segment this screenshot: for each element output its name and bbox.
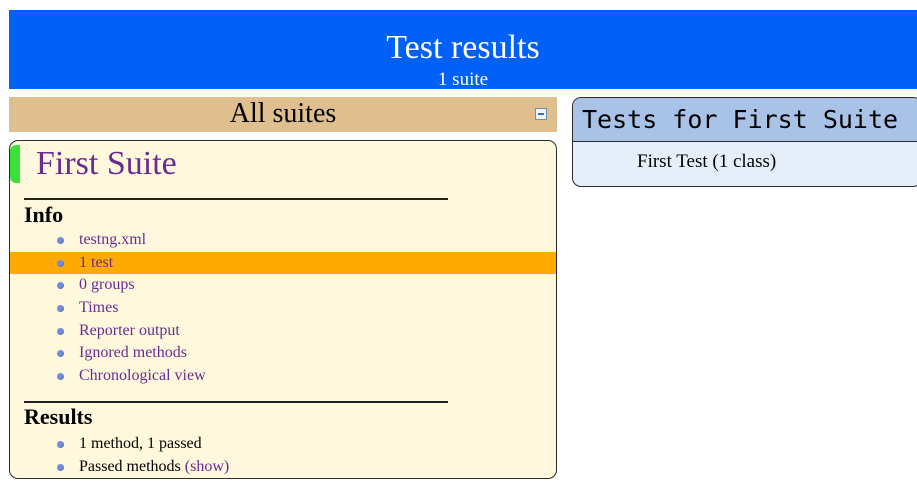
tests-panel: Tests for First Suite First Test (1 clas… (572, 97, 917, 187)
info-item-chronological-view[interactable]: Chronological view (10, 365, 556, 388)
show-passed-link[interactable]: (show) (185, 458, 229, 475)
bullet-icon (57, 350, 64, 358)
tests-panel-header: Tests for First Suite (573, 98, 917, 142)
all-suites-header: All suites (9, 97, 557, 132)
bullet-icon (57, 282, 64, 290)
suite-panel: First Suite Info testng.xml 1 test 0 gro… (9, 140, 557, 479)
collapse-minus-icon[interactable] (535, 108, 547, 120)
info-item-tests[interactable]: 1 test (10, 251, 556, 275)
results-banner: Test results 1 suite (9, 10, 917, 90)
info-item-label[interactable]: Times (79, 299, 118, 316)
results-summary-text: 1 method, 1 passed (79, 435, 202, 452)
info-item-groups[interactable]: 0 groups (10, 274, 556, 297)
info-item-ignored-methods[interactable]: Ignored methods (10, 342, 556, 365)
passed-methods-item: Passed methods (show) (10, 456, 556, 478)
info-item-testng-xml[interactable]: testng.xml (10, 229, 556, 252)
info-item-times[interactable]: Times (10, 297, 556, 320)
info-list: testng.xml 1 test 0 groups Times Reporte… (10, 229, 556, 388)
bullet-icon (57, 327, 64, 335)
info-item-label[interactable]: Ignored methods (79, 344, 187, 361)
bullet-icon (57, 237, 64, 244)
test-row[interactable]: First Test (1 class) (573, 142, 917, 182)
results-heading: Results (24, 404, 93, 429)
bullet-icon (57, 305, 64, 313)
results-list: 1 method, 1 passed Passed methods (show) (10, 433, 556, 478)
bullet-icon (57, 373, 64, 381)
info-item-label[interactable]: 1 test (79, 254, 113, 271)
bullet-icon (57, 259, 64, 267)
suite-name[interactable]: First Suite (36, 143, 177, 185)
divider (24, 401, 448, 403)
info-item-label[interactable]: testng.xml (79, 231, 146, 248)
info-heading: Info (24, 202, 64, 227)
bullet-icon (57, 441, 64, 448)
all-suites-title: All suites (229, 98, 337, 129)
info-item-label[interactable]: Chronological view (79, 367, 206, 384)
bullet-icon (57, 463, 64, 471)
suite-count: 1 suite (437, 69, 489, 90)
results-summary: 1 method, 1 passed (10, 433, 556, 456)
info-item-reporter-output[interactable]: Reporter output (10, 320, 556, 343)
info-item-label[interactable]: 0 groups (79, 276, 135, 293)
info-item-label[interactable]: Reporter output (79, 322, 180, 339)
passed-methods-label: Passed methods (79, 457, 181, 475)
suite-status-marker (10, 145, 20, 183)
page-title: Test results (386, 29, 540, 66)
divider (24, 198, 448, 200)
